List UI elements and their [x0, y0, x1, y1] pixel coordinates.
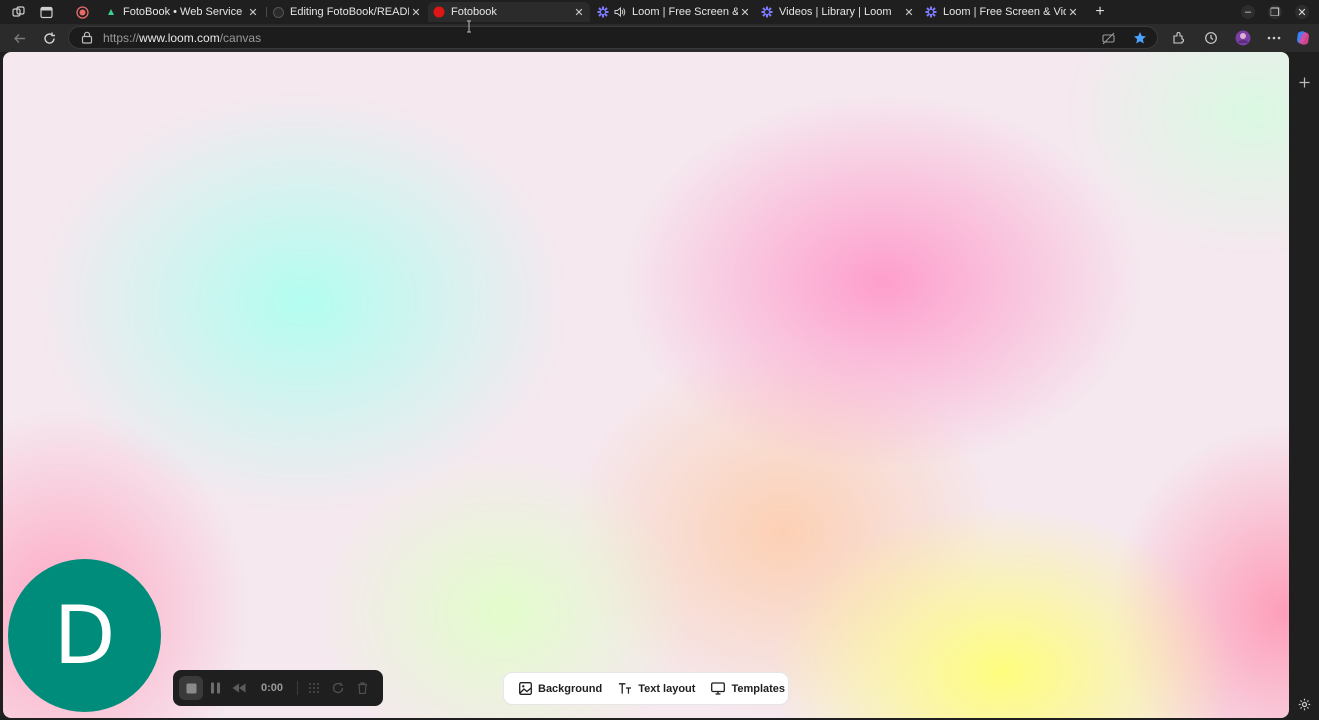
tab-strip: FotoBook • Web Service ✕ Editing FotoBoo… [0, 0, 1319, 24]
close-icon[interactable]: ✕ [572, 5, 586, 19]
tab-loom-free-screen-2[interactable]: Loom | Free Screen & Video ✕ [920, 2, 1084, 22]
restore-button[interactable]: ❐ [1268, 5, 1282, 19]
history-icon[interactable] [1203, 30, 1219, 46]
loom-icon [761, 6, 773, 18]
minimize-button[interactable]: – [1241, 5, 1255, 19]
workspaces-icon[interactable] [10, 4, 26, 20]
tab-videos-library[interactable]: Videos | Library | Loom ✕ [756, 2, 920, 22]
pause-button[interactable] [203, 676, 227, 700]
copilot-icon[interactable] [1295, 30, 1311, 46]
loom-icon [597, 6, 609, 18]
background-button[interactable]: Background [510, 676, 610, 702]
back-button[interactable] [11, 30, 27, 46]
new-tab-button[interactable]: + [1092, 4, 1108, 20]
avatar-initial: D [53, 589, 116, 682]
camera-bubble-avatar[interactable]: D [8, 559, 161, 712]
loom-canvas[interactable]: D 0:00 Background Text layout Templates [3, 52, 1289, 718]
red-record-icon [433, 6, 445, 18]
url-scheme: https:// [103, 31, 140, 45]
green-app-icon [105, 6, 117, 18]
image-icon [518, 682, 532, 696]
recording-controls: 0:00 [173, 670, 383, 706]
close-icon[interactable]: ✕ [902, 5, 916, 19]
monitor-icon [711, 682, 726, 696]
tab-editing-readme[interactable]: Editing FotoBook/README ✕ [267, 2, 427, 22]
rewind-button[interactable] [227, 676, 251, 700]
profile-avatar-icon[interactable] [1235, 30, 1251, 46]
close-icon[interactable]: ✕ [738, 5, 752, 19]
tracking-prevention-icon[interactable] [1101, 31, 1115, 45]
reload-button[interactable] [41, 30, 57, 46]
url-path: /canvas [219, 31, 262, 45]
record-indicator-icon [74, 4, 90, 20]
tab-loom-free-screen[interactable]: Loom | Free Screen & Video ✕ [592, 2, 756, 22]
speaker-icon[interactable] [614, 6, 626, 18]
favorite-star-icon[interactable] [1133, 31, 1147, 45]
address-bar[interactable]: https://www.loom.com/canvas [68, 26, 1158, 49]
canvas-tools-bar: Background Text layout Templates [503, 672, 789, 705]
close-icon[interactable]: ✕ [246, 5, 260, 19]
templates-button[interactable]: Templates [703, 676, 793, 702]
browser-window: FotoBook • Web Service ✕ Editing FotoBoo… [0, 0, 1319, 720]
close-window-button[interactable]: ✕ [1295, 5, 1309, 19]
more-menu-icon[interactable] [1266, 30, 1282, 46]
tab-fotobook-web-service[interactable]: FotoBook • Web Service ✕ [100, 2, 264, 22]
divider [297, 681, 299, 695]
tab-fotobook[interactable]: Fotobook ✕ [428, 2, 590, 22]
extensions-icon[interactable] [1170, 30, 1186, 46]
text-layout-button[interactable]: Text layout [610, 676, 703, 702]
loom-icon [925, 6, 937, 18]
delete-icon[interactable] [350, 676, 374, 700]
url-text: https://www.loom.com/canvas [103, 31, 261, 45]
text-cursor-icon [466, 20, 472, 33]
lock-icon[interactable] [81, 31, 94, 44]
stop-button[interactable] [179, 676, 203, 700]
close-icon[interactable]: ✕ [1066, 5, 1080, 19]
draw-tool-icon[interactable] [302, 676, 326, 700]
restart-icon[interactable] [326, 676, 350, 700]
github-icon [272, 6, 284, 18]
browser-toolbar: https://www.loom.com/canvas [0, 24, 1319, 52]
browser-sidebar [1289, 52, 1319, 720]
close-icon[interactable]: ✕ [409, 5, 423, 19]
url-host: www.loom.com [139, 31, 220, 45]
settings-gear-icon[interactable] [1296, 696, 1312, 712]
text-size-icon [618, 682, 632, 696]
tab-actions-icon[interactable] [38, 4, 54, 20]
add-sidebar-app-icon[interactable] [1296, 74, 1312, 90]
recording-timer: 0:00 [261, 682, 284, 694]
